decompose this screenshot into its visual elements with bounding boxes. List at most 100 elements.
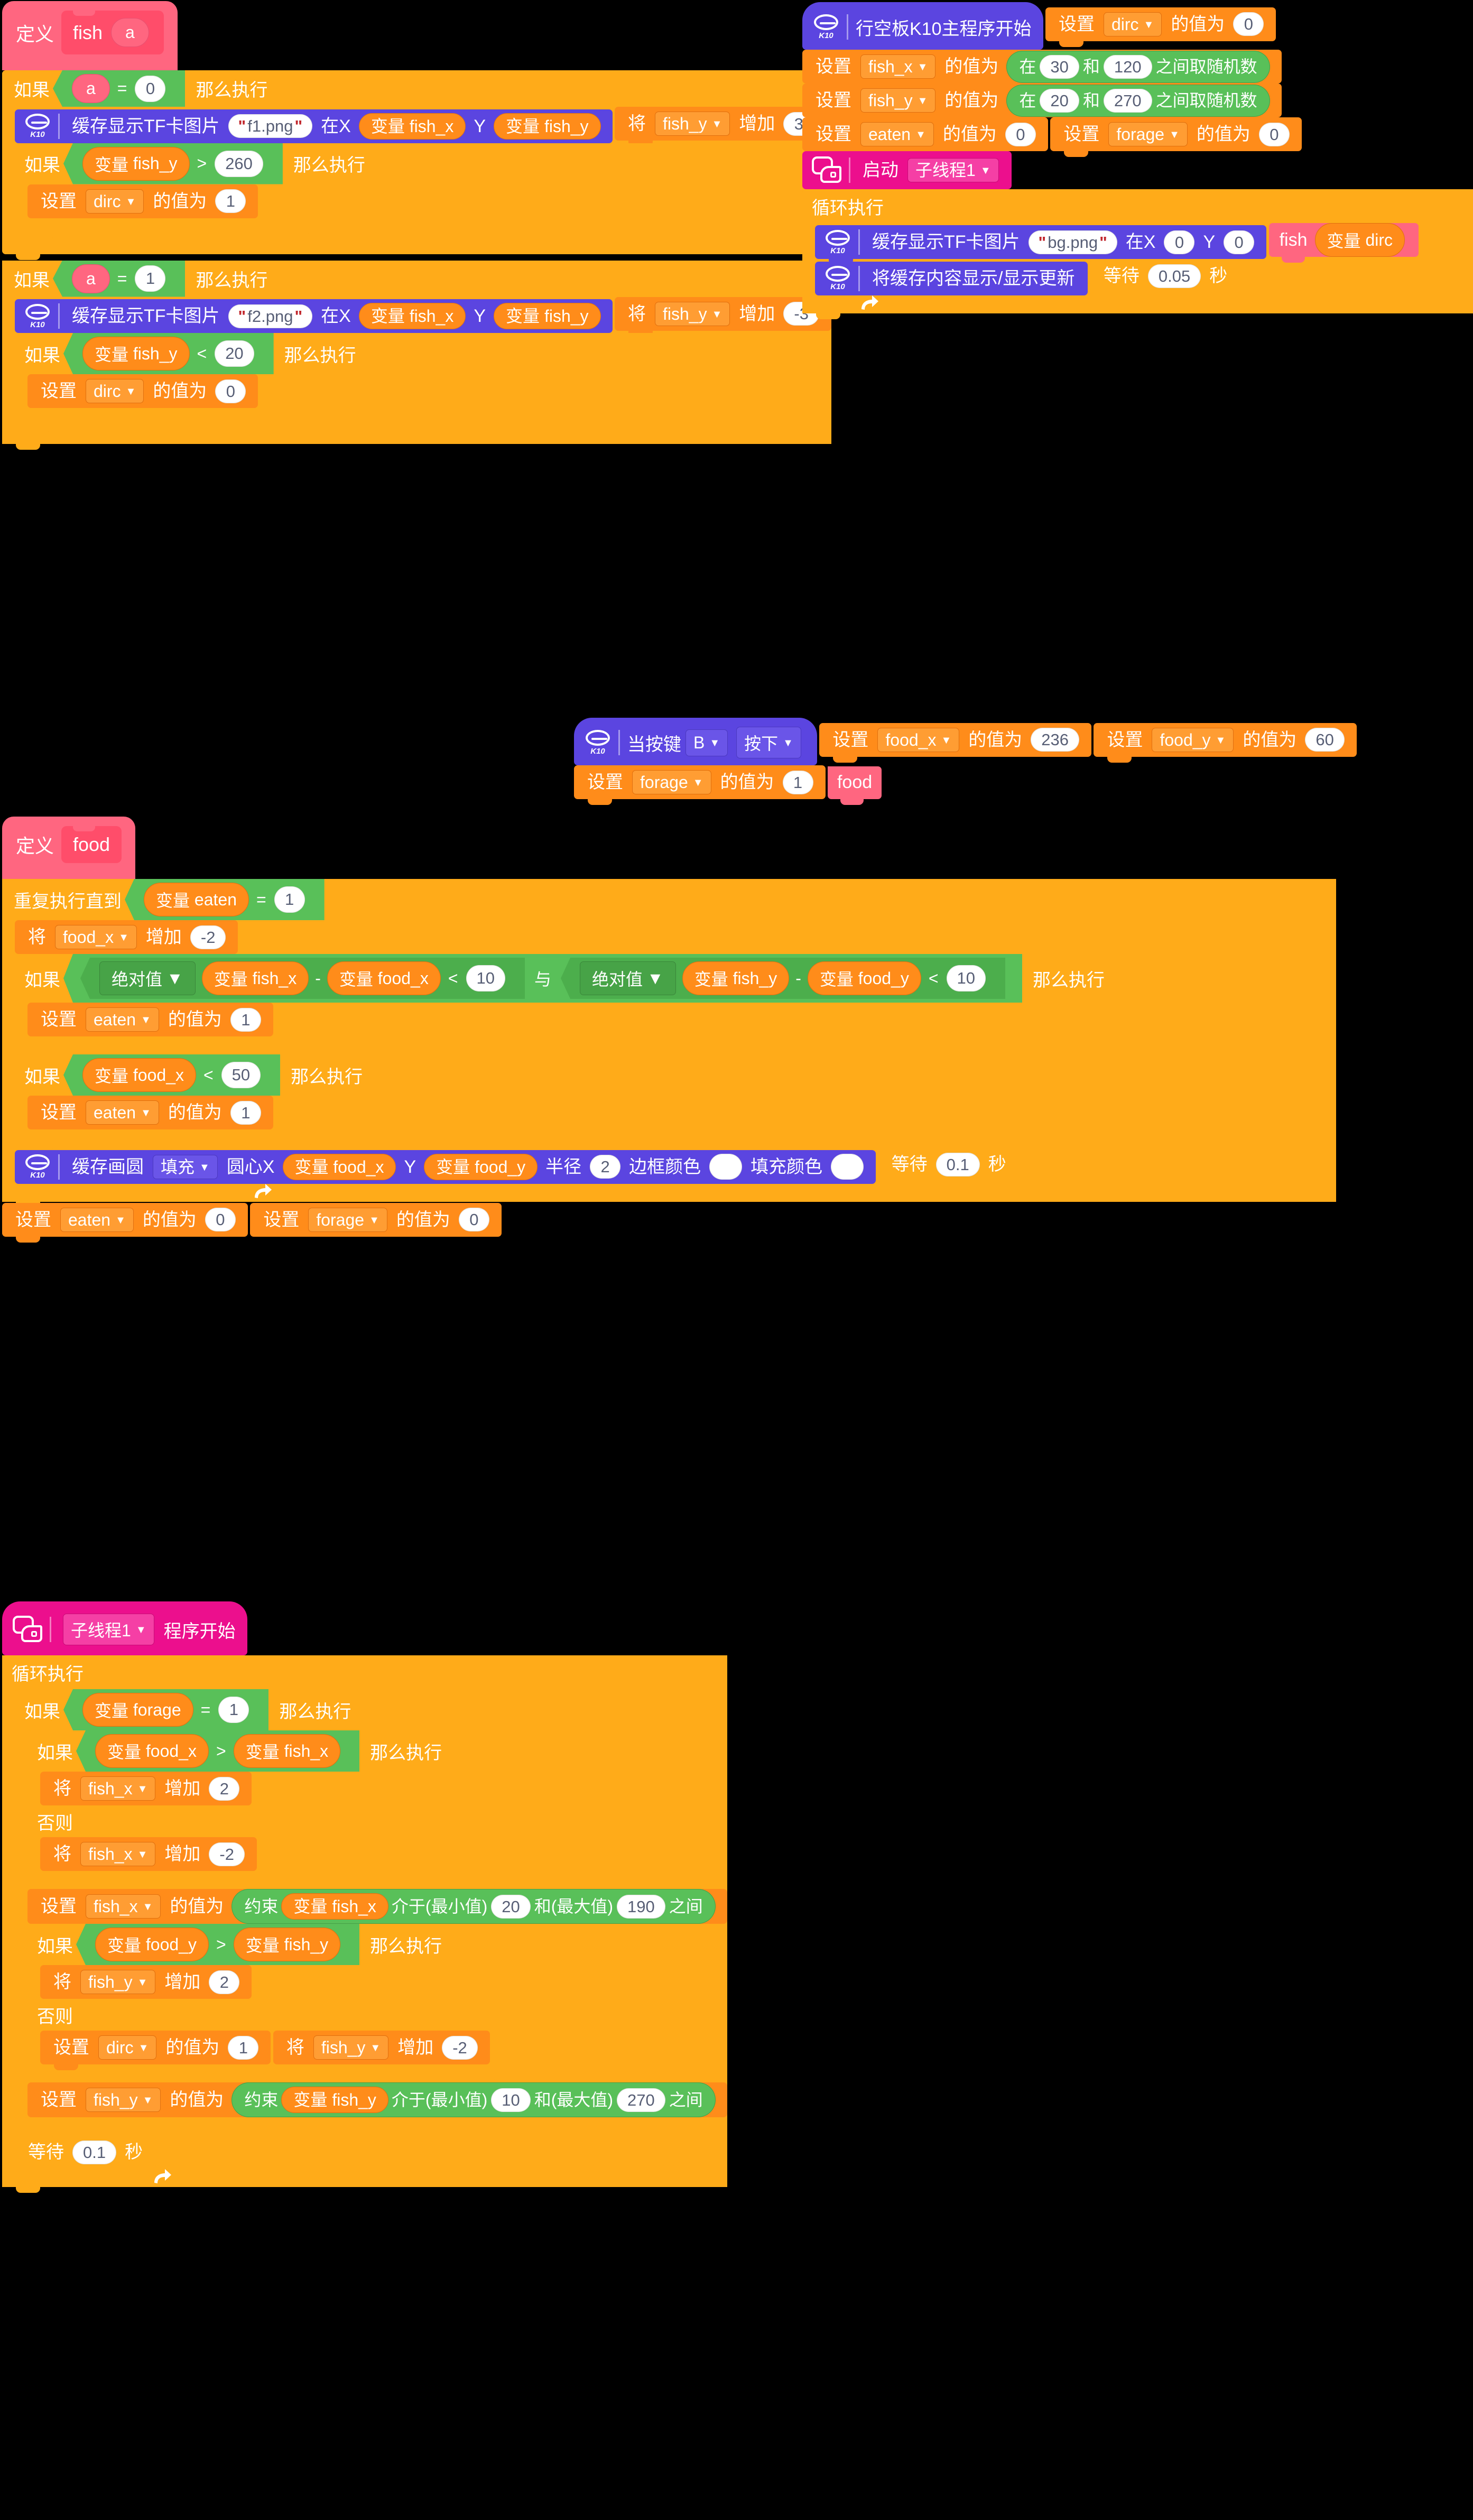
constrain-fish-y[interactable]: 约束 变量 fish_y 介于(最小值) 10 和(最大值) 270 之间 <box>231 2082 716 2117</box>
random-min-field[interactable]: 30 <box>1040 54 1079 79</box>
set-value-field-forage[interactable]: 0 <box>1258 122 1290 146</box>
change-var-dropdown-2[interactable]: fish_y ▼ <box>654 301 730 326</box>
tf-image-f2-block[interactable]: K10 缓存显示TF卡图片 "f2.png" 在X 变量 fish_x Y 变量… <box>15 299 613 339</box>
thread1-start-hat[interactable]: 子线程1 ▼ 程序开始 <box>2 1601 247 1661</box>
set-fish-y-random[interactable]: 设置 fish_y ▼ 的值为 在 20 和 270 之间取随机数 <box>802 84 1282 123</box>
if-a-equals-0[interactable]: 如果 a = 0 那么执行 K10 缓存显示TF卡图片 "f1.png" 在X … <box>2 70 831 254</box>
tf-image-bg-block[interactable]: K10 缓存显示TF卡图片 "bg.png" 在X 0 Y 0 <box>815 225 1267 265</box>
thread-dropdown[interactable]: 子线程1 ▼ <box>907 158 999 182</box>
threshold-260[interactable]: 260 <box>215 150 263 177</box>
set-value-field-eaten-off[interactable]: 1 <box>230 1100 261 1125</box>
wait-seconds-field-thread[interactable]: 0.1 <box>72 2140 117 2164</box>
set-value-field-2[interactable]: 0 <box>215 379 246 403</box>
forever-loop-main[interactable]: 循环执行 K10 缓存显示TF卡图片 "bg.png" 在X 0 Y 0 fis… <box>802 189 1473 313</box>
fish-param-a[interactable]: a <box>111 18 149 47</box>
if-a-equals-1[interactable]: 如果 a = 1 那么执行 K10 缓存显示TF卡图片 "f2.png" 在X … <box>2 260 831 444</box>
abs-dropdown-x[interactable]: 绝对值 ▼ <box>99 961 196 995</box>
draw-circle-block[interactable]: K10 缓存画圆 填充 ▼ 圆心X 变量 food_x Y 变量 food_y 半… <box>15 1150 876 1190</box>
set-forage-0-after[interactable]: 设置 forage ▼ 的值为 0 <box>250 1202 502 1237</box>
set-value-field-eaten[interactable]: 0 <box>1005 122 1036 146</box>
wait-0-05-block[interactable]: 等待 0.05 秒 <box>1090 259 1241 293</box>
set-var-dropdown-forage[interactable]: forage ▼ <box>1108 122 1188 146</box>
abs-y-threshold[interactable]: 10 <box>946 965 986 992</box>
operand-a[interactable]: a <box>72 74 110 103</box>
operand-one[interactable]: 1 <box>135 265 166 292</box>
eaten-target-field[interactable]: 1 <box>274 886 305 913</box>
operand-zero[interactable]: 0 <box>135 75 166 102</box>
key-event-dropdown[interactable]: 按下 ▼ <box>736 727 801 758</box>
set-food-y-60[interactable]: 设置 food_y ▼ 的值为 60 <box>1094 722 1357 763</box>
change-amount-field-food[interactable]: -2 <box>190 925 226 949</box>
set-value-field-forage-after[interactable]: 0 <box>458 1208 489 1231</box>
set-var-dropdown-eaten-after[interactable]: eaten ▼ <box>60 1207 134 1232</box>
set-dirc-0-main[interactable]: 设置 dirc ▼ 的值为 0 <box>1045 7 1276 47</box>
set-forage-0-main[interactable]: 设置 forage ▼ 的值为 0 <box>1050 117 1302 157</box>
set-fish-y-constrained[interactable]: 设置 fish_y ▼ 的值为 约束 变量 fish_y 介于(最小值) 10 和… <box>27 2082 727 2117</box>
set-eaten-1-offscreen[interactable]: 设置 eaten ▼ 的值为 1 <box>27 1096 273 1129</box>
set-var-dropdown-fish-y[interactable]: fish_y ▼ <box>860 88 936 113</box>
change-var-dropdown-fish-x-2[interactable]: fish_x ▼ <box>80 1842 156 1866</box>
script-define-food[interactable]: 定义 food 重复执行直到 变量 eaten = 1 将 food_x ▼ 增加… <box>2 817 1336 1243</box>
forage-value-field[interactable]: 1 <box>218 1697 249 1723</box>
set-var-dropdown-fish-x-c[interactable]: fish_x ▼ <box>86 1894 161 1919</box>
set-var-dropdown-eaten-collide[interactable]: eaten ▼ <box>86 1007 159 1032</box>
call-food-procedure[interactable]: food <box>827 766 882 805</box>
condition-food-x-gt-fish-x[interactable]: 变量 food_x > 变量 fish_x <box>76 1730 360 1772</box>
bg-y-field[interactable]: 0 <box>1224 230 1255 254</box>
if-fish-y-lt-20[interactable]: 如果 变量 fish_y < 20 那么执行 设置 dirc ▼ 的值为 0 <box>15 333 831 426</box>
set-food-x-236[interactable]: 设置 food_x ▼ 的值为 236 <box>819 722 1092 763</box>
set-eaten-0-after[interactable]: 设置 eaten ▼ 的值为 0 <box>2 1202 248 1243</box>
define-food-hat[interactable]: 定义 food <box>2 817 136 885</box>
random-between-30-120[interactable]: 在 30 和 120 之间取随机数 <box>1006 50 1270 83</box>
set-dirc-1-thread[interactable]: 设置 dirc ▼ 的值为 1 <box>40 2031 271 2070</box>
wait-0-1-thread[interactable]: 等待 0.1 秒 <box>15 2135 156 2169</box>
set-var-dropdown-dirc-t[interactable]: dirc ▼ <box>98 2035 157 2060</box>
condition-fish-y-gt-260[interactable]: 变量 fish_y > 260 <box>63 143 283 184</box>
define-fish-hat[interactable]: 定义 fish a <box>2 1 178 76</box>
condition-food-x-lt-50[interactable]: 变量 food_x < 50 <box>63 1054 281 1096</box>
condition-a-eq-0[interactable]: a = 0 <box>53 70 186 107</box>
tf-image-f1-block[interactable]: K10 缓存显示TF卡图片 "f1.png" 在X 变量 fish_x Y 变量… <box>15 109 613 149</box>
set-var-dropdown-eaten-off[interactable]: eaten ▼ <box>86 1100 159 1125</box>
set-value-field-food-y[interactable]: 60 <box>1305 728 1345 752</box>
set-var-dropdown-food-y[interactable]: food_y ▼ <box>1152 727 1234 752</box>
fill-mode-dropdown[interactable]: 填充 ▼ <box>153 1154 218 1179</box>
key-dropdown[interactable]: B ▼ <box>685 729 728 756</box>
display-update-block[interactable]: K10 将缓存内容显示/显示更新 <box>815 261 1088 301</box>
condition-fish-y-lt-20[interactable]: 变量 fish_y < 20 <box>63 333 274 374</box>
abs-dropdown-y[interactable]: 绝对值 ▼ <box>580 961 676 995</box>
set-value-field[interactable]: 1 <box>215 189 246 213</box>
tf-image-filename-field-2[interactable]: "f2.png" <box>228 304 313 328</box>
constrain-x-min[interactable]: 20 <box>491 1894 531 1919</box>
bg-filename-field[interactable]: "bg.png" <box>1028 230 1117 254</box>
condition-a-eq-1[interactable]: a = 1 <box>53 260 186 297</box>
constrain-y-min[interactable]: 10 <box>491 2088 531 2112</box>
call-fish-procedure[interactable]: fish 变量 dirc <box>1268 223 1419 263</box>
script-define-fish[interactable]: 定义 fish a 如果 a = 0 那么执行 K10 缓存显示TF卡图片 "f… <box>2 1 831 444</box>
set-dirc-0[interactable]: 设置 dirc ▼ 的值为 0 <box>27 374 258 408</box>
change-fish-x-by-minus2[interactable]: 将 fish_x ▼ 增加 -2 <box>40 1837 257 1871</box>
change-var-dropdown-fish-x-1[interactable]: fish_x ▼ <box>80 1776 156 1801</box>
set-var-dropdown-dirc[interactable]: dirc ▼ <box>1103 12 1162 36</box>
if-fish-near-food[interactable]: 如果 绝对值 ▼ 变量 fish_x - 变量 food_x < 10 与 绝对… <box>15 954 1336 1054</box>
condition-forage-eq-1[interactable]: 变量 forage = 1 <box>63 1689 269 1730</box>
condition-food-y-gt-fish-y[interactable]: 变量 food_y > 变量 fish_y <box>76 1924 360 1965</box>
if-food-x-lt-50[interactable]: 如果 变量 food_x < 50 那么执行 设置 eaten ▼ 的值为 1 <box>15 1054 1336 1147</box>
change-fish-y-by-3[interactable]: 将 fish_y ▼ 增加 3 <box>614 107 827 146</box>
set-value-field-dirc[interactable]: 0 <box>1233 12 1264 36</box>
change-amount-fish-x-2[interactable]: -2 <box>209 1842 245 1866</box>
set-eaten-0-main[interactable]: 设置 eaten ▼ 的值为 0 <box>802 117 1048 157</box>
set-var-dropdown-forage-key[interactable]: forage ▼ <box>632 770 711 794</box>
change-amount-fish-y-2[interactable]: -2 <box>442 2035 478 2060</box>
script-when-key-b[interactable]: K10 当按键 B ▼ 按下 ▼ 设置 food_x ▼ 的值为 236 设置 foo… <box>574 718 1473 805</box>
constrain-y-max[interactable]: 270 <box>617 2088 665 2112</box>
change-var-dropdown[interactable]: fish_y ▼ <box>654 112 730 136</box>
random-max-field[interactable]: 120 <box>1103 54 1152 79</box>
when-key-pressed-hat[interactable]: K10 当按键 B ▼ 按下 ▼ <box>574 718 817 771</box>
set-value-field-eaten-after[interactable]: 0 <box>205 1208 236 1231</box>
if-fish-y-gt-260[interactable]: 如果 变量 fish_y > 260 那么执行 设置 dirc ▼ 的值为 1 <box>15 143 827 236</box>
set-var-dropdown-2[interactable]: dirc ▼ <box>86 379 144 403</box>
bg-x-field[interactable]: 0 <box>1164 230 1195 254</box>
script-k10-main[interactable]: K10 行空板K10主程序开始 设置 dirc ▼ 的值为 0 设置 fish_x… <box>802 2 1473 313</box>
if-else-food-y-gt-fish-y[interactable]: 如果 变量 food_y > 变量 fish_y 那么执行 将 fish_y ▼… <box>27 1924 727 2082</box>
